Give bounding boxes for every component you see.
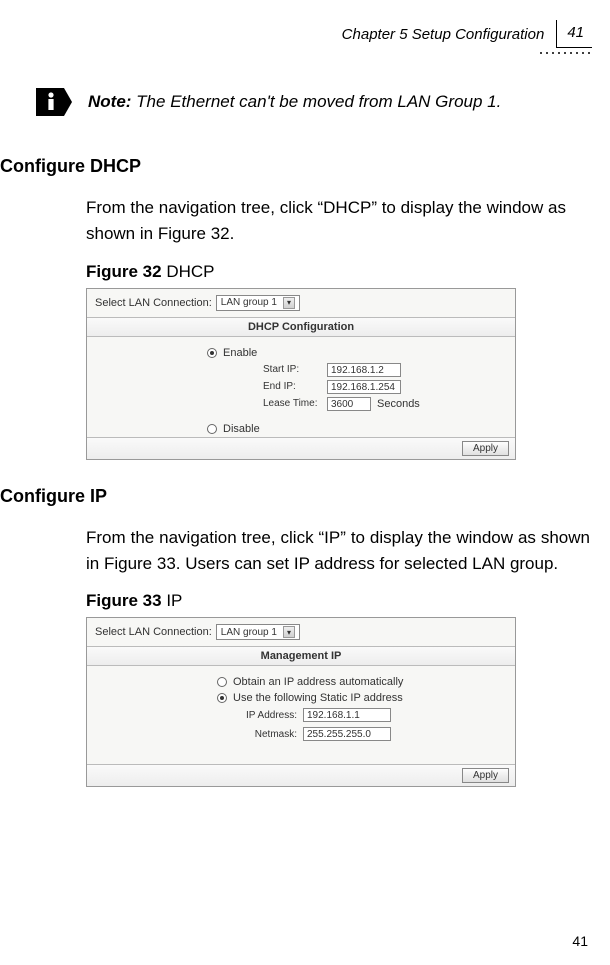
ipaddr-label: IP Address:	[235, 710, 297, 721]
end-ip-label: End IP:	[263, 381, 321, 392]
ip-intro: From the navigation tree, click “IP” to …	[86, 525, 590, 578]
figure33-bold: Figure 33	[86, 591, 162, 610]
lan-select-dropdown[interactable]: LAN group 1 ▾	[216, 295, 300, 311]
lan-select-label-ip: Select LAN Connection:	[95, 626, 212, 638]
apply-button[interactable]: Apply	[462, 441, 509, 456]
lan-select-value: LAN group 1	[221, 297, 277, 308]
dhcp-intro: From the navigation tree, click “DHCP” t…	[86, 195, 590, 248]
header-dots	[18, 52, 590, 54]
lease-label: Lease Time:	[263, 398, 321, 409]
start-ip-input[interactable]: 192.168.1.2	[327, 363, 401, 377]
obtain-label: Obtain an IP address automatically	[233, 676, 403, 688]
note-text: Note: The Ethernet can't be moved from L…	[88, 92, 501, 112]
lease-input[interactable]: 3600	[327, 397, 371, 411]
obtain-radio[interactable]	[217, 677, 227, 687]
note-block: Note: The Ethernet can't be moved from L…	[36, 88, 592, 116]
figure32-caption: Figure 32 DHCP	[86, 262, 592, 282]
page-number-top: 41	[556, 20, 592, 48]
figure32-bold: Figure 32	[86, 262, 162, 281]
chevron-down-icon: ▾	[283, 297, 295, 309]
static-label: Use the following Static IP address	[233, 692, 403, 704]
page-number-bottom: 41	[572, 933, 588, 949]
netmask-input[interactable]: 255.255.255.0	[303, 727, 391, 741]
lan-select-label: Select LAN Connection:	[95, 297, 212, 309]
lan-select-dropdown-ip[interactable]: LAN group 1 ▾	[216, 624, 300, 640]
figure33-rest: IP	[162, 591, 183, 610]
figure32-rest: DHCP	[162, 262, 215, 281]
chapter-title: Chapter 5 Setup Configuration	[342, 26, 545, 43]
end-ip-input[interactable]: 192.168.1.254	[327, 380, 401, 394]
disable-label: Disable	[223, 423, 260, 435]
static-row: Use the following Static IP address	[217, 692, 515, 704]
ipaddr-input[interactable]: 192.168.1.1	[303, 708, 391, 722]
apply-button-ip[interactable]: Apply	[462, 768, 509, 783]
dhcp-panel-title: DHCP Configuration	[87, 317, 515, 337]
static-radio[interactable]	[217, 693, 227, 703]
note-label: Note:	[88, 92, 131, 111]
dhcp-footer: Apply	[87, 437, 515, 459]
lan-select-value-ip: LAN group 1	[221, 627, 277, 638]
note-body: The Ethernet can't be moved from LAN Gro…	[131, 92, 501, 111]
enable-row: Enable	[207, 347, 515, 359]
ip-panel-title: Management IP	[87, 646, 515, 666]
disable-radio[interactable]	[207, 424, 217, 434]
start-ip-label: Start IP:	[263, 364, 321, 375]
page-header: Chapter 5 Setup Configuration 41	[18, 20, 592, 48]
figure33-caption: Figure 33 IP	[86, 591, 592, 611]
lan-select-row-ip: Select LAN Connection: LAN group 1 ▾	[87, 618, 515, 646]
lan-select-row: Select LAN Connection: LAN group 1 ▾	[87, 289, 515, 317]
enable-radio[interactable]	[207, 348, 217, 358]
screenshot-dhcp: Select LAN Connection: LAN group 1 ▾ DHC…	[86, 288, 516, 460]
netmask-label: Netmask:	[235, 729, 297, 740]
disable-row: Disable	[207, 423, 515, 435]
obtain-row: Obtain an IP address automatically	[217, 676, 515, 688]
screenshot-ip: Select LAN Connection: LAN group 1 ▾ Man…	[86, 617, 516, 787]
enable-label: Enable	[223, 347, 257, 359]
seconds-label: Seconds	[377, 398, 420, 410]
info-icon	[36, 88, 72, 116]
chevron-down-icon: ▾	[283, 626, 295, 638]
heading-ip: Configure IP	[0, 486, 592, 507]
ip-footer: Apply	[87, 764, 515, 786]
heading-dhcp: Configure DHCP	[0, 156, 592, 177]
